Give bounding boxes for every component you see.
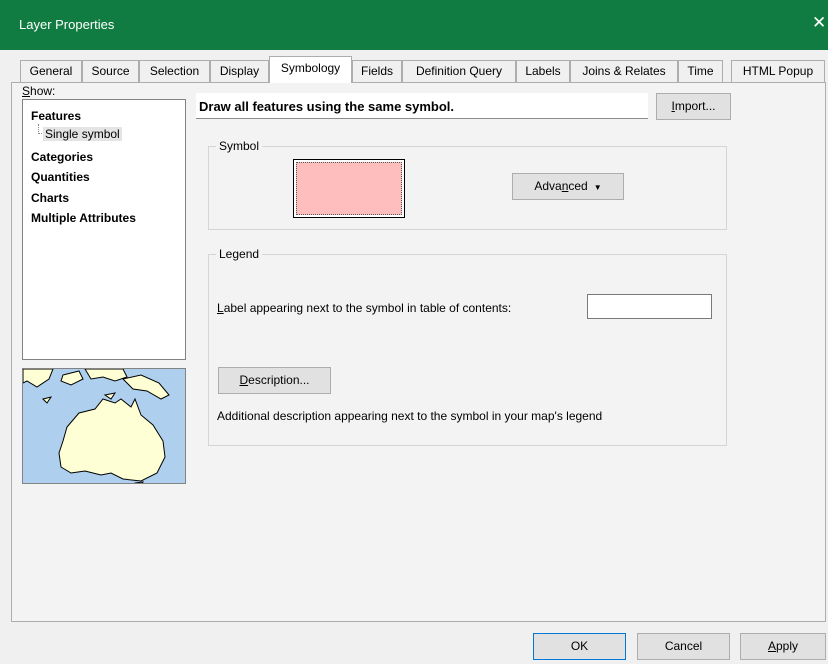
tab-source[interactable]: Source [82, 60, 139, 82]
tab-time[interactable]: Time [678, 60, 723, 82]
legend-group-title: Legend [216, 247, 263, 261]
show-item-quantities[interactable]: Quantities [31, 170, 90, 184]
show-item-single-symbol[interactable]: Single symbol [43, 127, 122, 141]
show-tree[interactable]: Features Single symbol Categories Quanti… [22, 99, 186, 360]
tab-definition-query[interactable]: Definition Query [402, 60, 516, 82]
ok-button[interactable]: OK [533, 633, 626, 660]
tab-fields[interactable]: Fields [352, 60, 402, 82]
show-item-features[interactable]: Features [31, 109, 81, 123]
tab-selection[interactable]: Selection [139, 60, 210, 82]
tab-labels[interactable]: Labels [516, 60, 570, 82]
legend-label-caption: Label appearing next to the symbol in ta… [217, 301, 512, 315]
tab-joins-relates[interactable]: Joins & Relates [570, 60, 678, 82]
advanced-button[interactable]: Advanced ▼ [512, 173, 624, 200]
show-item-categories[interactable]: Categories [31, 150, 93, 164]
legend-label-input[interactable] [587, 294, 712, 319]
show-item-charts[interactable]: Charts [31, 191, 69, 205]
dropdown-arrow-icon: ▼ [593, 183, 602, 192]
show-item-multiple-attributes[interactable]: Multiple Attributes [31, 211, 136, 225]
australia-map-icon [23, 369, 185, 483]
description-button[interactable]: Description... [218, 367, 331, 394]
tab-html-popup[interactable]: HTML Popup [731, 60, 825, 82]
renderer-heading: Draw all features using the same symbol. [199, 99, 455, 114]
import-button[interactable]: Import... [656, 93, 731, 120]
symbol-group-title: Symbol [216, 139, 263, 153]
description-help-text: Additional description appearing next to… [217, 409, 603, 423]
close-icon[interactable]: ✕ [812, 13, 826, 33]
title-bar: Layer Properties ✕ [0, 0, 828, 50]
symbol-swatch [296, 162, 402, 215]
tab-display[interactable]: Display [210, 60, 269, 82]
tab-symbology[interactable]: Symbology [269, 56, 352, 83]
show-label: Show: [22, 84, 56, 98]
symbol-swatch-button[interactable] [293, 159, 405, 218]
symbol-group: Symbol [208, 139, 727, 230]
tab-general[interactable]: General [20, 60, 82, 82]
map-preview [22, 368, 186, 484]
renderer-heading-box: Draw all features using the same symbol. [196, 93, 648, 119]
apply-button[interactable]: Apply [740, 633, 826, 660]
cancel-button[interactable]: Cancel [637, 633, 730, 660]
window-title: Layer Properties [19, 17, 115, 32]
